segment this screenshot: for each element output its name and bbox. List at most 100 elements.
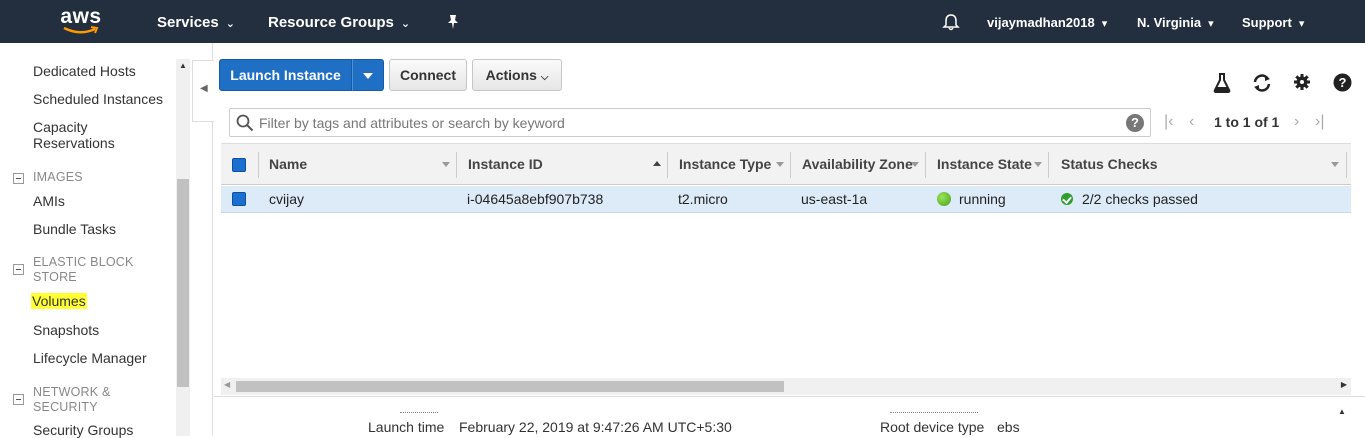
first-page-icon[interactable]: |‹ — [1164, 113, 1173, 131]
cell-name: cvijay — [269, 191, 305, 207]
row-checkbox[interactable] — [232, 192, 246, 206]
ebs-line1: ELASTIC BLOCK — [33, 255, 134, 269]
select-all-checkbox[interactable] — [232, 158, 246, 172]
table-header: Name Instance ID Instance Type Availabil… — [221, 143, 1351, 185]
launch-time-label: Launch time — [368, 419, 445, 435]
launch-time-value: February 22, 2019 at 9:47:26 AM UTC+5:30 — [459, 419, 732, 435]
collapse-images-icon[interactable] — [13, 173, 24, 184]
sidebar-item-volumes[interactable]: Volumes — [31, 293, 87, 309]
region-menu[interactable]: N. Virginia ▾ — [1137, 0, 1214, 43]
next-page-icon[interactable]: › — [1294, 113, 1299, 131]
network-line1: NETWORK & — [33, 385, 111, 399]
region-label: N. Virginia — [1137, 15, 1202, 30]
collapse-ebs-icon[interactable] — [13, 264, 24, 275]
horizontal-scroll-thumb[interactable] — [236, 381, 784, 392]
collapse-network-icon[interactable] — [13, 394, 24, 405]
chevron-down-icon: ⌄ — [400, 18, 411, 30]
capacity-reservations-line1: Capacity — [33, 119, 88, 135]
sidebar-item-capacity-reservations[interactable]: Capacity Reservations — [33, 119, 115, 151]
resource-groups-label: Resource Groups — [268, 14, 394, 31]
table-horizontal-scrollbar[interactable]: ◀ ▶ — [221, 378, 1351, 395]
search-placeholder: Filter by tags and attributes or search … — [259, 115, 565, 131]
sidebar: Dedicated Hosts Scheduled Instances Capa… — [0, 43, 213, 438]
instance-details-pane: Launch time February 22, 2019 at 9:47:26… — [214, 396, 1365, 436]
scroll-up-icon[interactable]: ▲ — [179, 61, 187, 70]
support-label: Support — [1242, 15, 1292, 30]
last-page-icon[interactable]: ›| — [1315, 113, 1324, 131]
column-header-instance-state[interactable]: Instance State — [937, 144, 1032, 185]
sidebar-item-lifecycle-manager[interactable]: Lifecycle Manager — [33, 350, 147, 366]
prev-page-icon[interactable]: ‹ — [1189, 113, 1194, 131]
filter-search-input[interactable]: Filter by tags and attributes or search … — [229, 108, 1151, 137]
user-account-menu[interactable]: vijaymadhan2018 ▾ — [987, 0, 1107, 43]
label-underline — [890, 412, 978, 413]
chevron-down-icon: ▾ — [1101, 18, 1108, 30]
flask-icon[interactable] — [1213, 73, 1233, 93]
root-device-type-value: ebs — [997, 419, 1020, 435]
sidebar-item-dedicated-hosts[interactable]: Dedicated Hosts — [33, 63, 136, 79]
scroll-right-icon[interactable]: ▶ — [1341, 380, 1347, 389]
sort-caret-icon[interactable] — [1331, 162, 1339, 167]
top-navigation-bar: aws Services ⌄ Resource Groups ⌄ vijaymadh… — [0, 0, 1365, 43]
sort-caret-icon[interactable] — [1034, 162, 1042, 167]
sidebar-scroll-thumb[interactable] — [177, 179, 189, 387]
column-header-instance-type[interactable]: Instance Type — [679, 144, 771, 185]
refresh-icon[interactable] — [1252, 73, 1272, 93]
scroll-up-icon[interactable]: ▲ — [1338, 407, 1346, 416]
volumes-label: Volumes — [31, 293, 87, 309]
column-header-instance-id[interactable]: Instance ID — [468, 144, 543, 185]
sidebar-item-snapshots[interactable]: Snapshots — [33, 322, 99, 338]
column-header-availability-zone[interactable]: Availability Zone — [802, 144, 913, 185]
launch-instance-dropdown-button[interactable] — [352, 59, 384, 91]
actions-button[interactable]: Actions ⌵ — [472, 59, 562, 91]
connect-button[interactable]: Connect — [389, 59, 467, 91]
table-row[interactable]: cvijay i-04645a8ebf907b738 t2.micro us-e… — [221, 186, 1351, 213]
root-device-type-label: Root device type — [880, 419, 985, 435]
chevron-down-icon: ⌵ — [540, 72, 549, 83]
sort-ascending-icon[interactable] — [653, 161, 661, 166]
gear-icon[interactable] — [1293, 73, 1313, 93]
chevron-down-icon: ▾ — [1298, 18, 1305, 30]
sidebar-collapse-toggle[interactable]: ◀ — [192, 60, 214, 122]
cell-availability-zone: us-east-1a — [801, 191, 868, 207]
caret-left-icon: ◀ — [200, 83, 208, 94]
column-header-name[interactable]: Name — [269, 144, 307, 185]
ebs-line2: STORE — [33, 270, 77, 284]
cell-instance-state: running — [959, 191, 1006, 207]
capacity-reservations-line2: Reservations — [33, 135, 115, 151]
resource-groups-menu[interactable]: Resource Groups ⌄ — [268, 0, 410, 43]
sidebar-item-scheduled-instances[interactable]: Scheduled Instances — [33, 91, 163, 107]
actions-label: Actions — [485, 67, 537, 83]
section-elastic-block-store: ELASTIC BLOCK STORE — [33, 255, 134, 285]
label-underline — [400, 412, 438, 413]
running-status-icon — [937, 192, 951, 206]
check-passed-icon — [1061, 193, 1073, 205]
sidebar-item-bundle-tasks[interactable]: Bundle Tasks — [33, 221, 116, 237]
sort-caret-icon[interactable] — [776, 162, 784, 167]
notifications-bell-icon[interactable] — [942, 0, 960, 43]
cell-instance-id: i-04645a8ebf907b738 — [467, 191, 604, 207]
pin-icon[interactable] — [446, 0, 460, 43]
search-help-icon[interactable]: ? — [1126, 114, 1144, 132]
sort-caret-icon[interactable] — [911, 162, 919, 167]
details-vertical-scrollbar[interactable]: ▲ — [1334, 401, 1350, 436]
pagination-text: 1 to 1 of 1 — [1214, 114, 1280, 130]
services-label: Services — [157, 14, 219, 31]
user-name: vijaymadhan2018 — [987, 15, 1095, 30]
sort-caret-icon[interactable] — [442, 162, 450, 167]
column-header-status-checks[interactable]: Status Checks — [1061, 144, 1157, 185]
chevron-down-icon: ⌄ — [225, 18, 235, 30]
help-icon[interactable]: ? — [1333, 73, 1353, 93]
support-menu[interactable]: Support ▾ — [1242, 0, 1304, 43]
aws-logo[interactable]: aws — [58, 6, 104, 38]
scroll-left-icon[interactable]: ◀ — [224, 380, 230, 389]
sidebar-scrollbar[interactable]: ▲ — [176, 59, 190, 436]
services-menu[interactable]: Services ⌄ — [157, 0, 235, 43]
search-icon — [236, 114, 254, 132]
network-line2: SECURITY — [33, 400, 98, 414]
section-images: IMAGES — [33, 170, 83, 184]
section-network-security: NETWORK & SECURITY — [33, 385, 111, 415]
cell-instance-type: t2.micro — [678, 191, 728, 207]
launch-instance-button[interactable]: Launch Instance — [219, 59, 352, 91]
sidebar-item-amis[interactable]: AMIs — [33, 193, 65, 209]
